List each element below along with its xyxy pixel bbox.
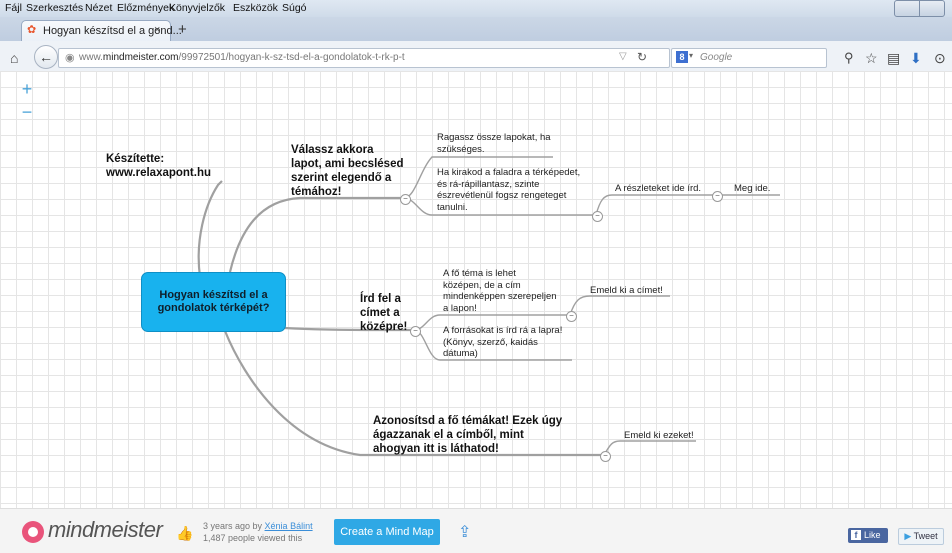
branch2-child1-line: középen, de a cím [443,279,521,291]
root-label: Hogyan készítsd el a gondolatok térképét… [157,289,270,314]
branch1-line: lapot, ami becslésed [291,158,404,170]
share-icon[interactable]: ⇪ [458,522,471,542]
facebook-icon: f [851,530,861,540]
create-mind-map-button[interactable]: Create a Mind Map [334,519,440,545]
root-node[interactable]: Hogyan készítsd el a gondolatok térképét… [141,272,286,332]
author-credit: 3 years ago by Xénia Bálint [203,521,313,531]
branch1-child2-collapse-icon[interactable]: − [592,211,603,222]
author-label: Készítette: [106,153,165,165]
branch2-line: középre! [360,321,408,333]
branch2-node[interactable]: Írd fel a címet a középre! [360,292,407,334]
branch3-line: Azonosítsd a fő témákat! Ezek úgy [373,415,563,427]
facebook-like-label: Like [864,530,881,540]
branch2-child2-line: (Könyv, szerző, kaidás [443,336,538,348]
branch2-child1-collapse-icon[interactable]: − [566,311,577,322]
connector-b3-detail [603,440,696,456]
thumbs-up-icon[interactable]: 👍 [176,525,193,542]
branch1-collapse-icon[interactable]: − [400,194,411,205]
branch2-detail-node[interactable]: Emeld ki a címet! [590,285,663,297]
branch2-child1-line: A fő téma is lehet [443,268,516,279]
branch3-collapse-icon[interactable]: − [600,451,611,462]
author-site: www.relaxapont.hu [106,167,212,179]
connector-branch1 [228,196,404,273]
branch2-child1-line: a lapon! [443,302,477,314]
author-link[interactable]: Xénia Bálint [265,521,313,531]
branch1-child2-line: és rá-rápillantasz, szinte [437,178,540,190]
view-count: 1,487 people viewed this [203,533,303,543]
branch1-detail-node[interactable]: A részleteket ide írd. [615,183,701,195]
connector-author [197,180,223,278]
zoom-in-button[interactable]: + [17,80,37,98]
branch1-child2-line: észrevétlenül fogsz rengeteget [437,190,567,201]
branch1-line: témához! [291,186,342,198]
branch3-line: ágazzanak el a címből, mint [373,429,524,441]
tweet-button[interactable]: ▶ Tweet [898,528,944,545]
branch2-child1-line: mindenképpen szerepeljen [443,291,557,302]
author-node[interactable]: Készítette: www.relaxapont.hu [106,152,211,180]
branch1-child2-line: tanulni. [437,201,468,213]
branch2-child2-line: dátuma) [443,348,478,359]
branch2-line: címet a [360,307,400,319]
mindmeister-logo-text[interactable]: mindmeister [48,517,163,543]
zoom-out-button[interactable]: − [17,103,37,121]
branch1-detail-collapse-icon[interactable]: − [712,191,723,202]
branch1-child1-node[interactable]: Ragassz össze lapokat, ha szükséges. [437,132,551,155]
branch2-collapse-icon[interactable]: − [410,326,421,337]
branch1-child2-line: Ha kirakod a faladra a térképedet, [437,167,581,178]
branch1-child1-line: szükséges. [437,143,485,155]
branch3-detail-node[interactable]: Emeld ki ezeket! [624,430,694,442]
mindmeister-logo-icon[interactable] [22,521,44,543]
facebook-like-button[interactable]: f Like [848,528,888,543]
branch1-node[interactable]: Válassz akkora lapot, ami becslésed szer… [291,143,404,199]
twitter-bird-icon: ▶ [904,531,912,541]
branch2-child2-node[interactable]: A forrásokat is írd rá a lapra! (Könyv, … [443,325,562,360]
branch1-child2-node[interactable]: Ha kirakod a faladra a térképedet, és rá… [437,167,580,213]
connector-b1-detail [595,194,716,216]
branch1-line: szerint elegendő a [291,172,392,184]
connector-b2-detail [569,295,670,316]
branch3-line: ahogyan itt is láthatod! [373,443,499,455]
tweet-label: Tweet [913,531,938,541]
branch2-line: Írd fel a [360,293,401,305]
branch2-child1-node[interactable]: A fő téma is lehet középen, de a cím min… [443,268,557,314]
branch1-line: Válassz akkora [291,144,374,156]
branch2-child2-line: A forrásokat is írd rá a lapra! [443,325,563,336]
branch3-node[interactable]: Azonosítsd a fő témákat! Ezek úgy ágazza… [373,414,562,456]
branch1-detail2-node[interactable]: Meg ide. [734,183,770,195]
branch1-child1-line: Ragassz össze lapokat, ha [437,132,551,143]
author-prefix: 3 years ago by [203,521,265,531]
